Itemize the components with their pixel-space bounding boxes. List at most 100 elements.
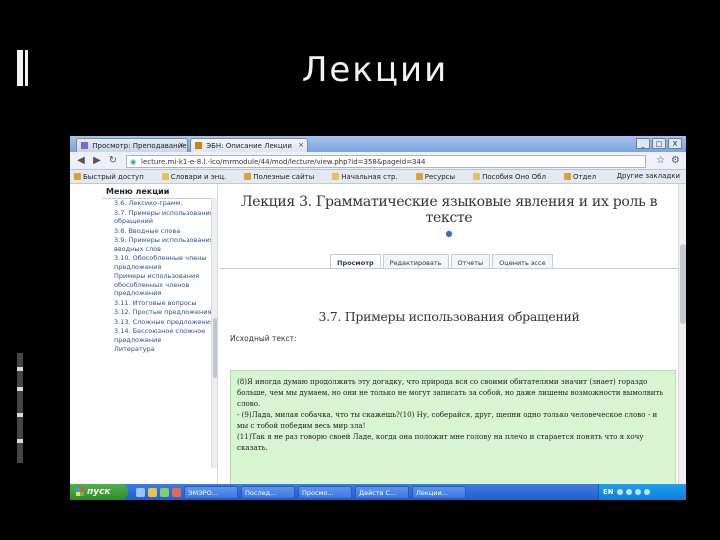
quicklaunch-icon[interactable] (160, 487, 169, 497)
source-label: Исходный текст: (230, 334, 297, 343)
menu-item[interactable]: 3.9. Примеры использования вводных слов (114, 236, 214, 253)
lecture-menu: Меню лекции 3.6. Лексико-грамм. 3.7. При… (102, 184, 218, 484)
forward-icon[interactable]: ▶ (92, 155, 102, 166)
windows-logo-icon (76, 488, 84, 496)
bookmark-icon (563, 173, 571, 180)
system-tray: EN (598, 484, 686, 500)
taskbar-window[interactable]: ЭМЭРО... (184, 485, 238, 499)
source-paragraph: (8)Я иногда думаю продолжить эту догадку… (237, 377, 664, 408)
page-icon: ◉ (130, 158, 137, 166)
menu-item[interactable]: 3.10. Обособленные члены предложения (114, 254, 214, 271)
start-label: пуск (87, 487, 111, 497)
menu-item[interactable]: 3.6. Лексико-грамм. (114, 199, 214, 208)
back-icon[interactable]: ◀ (76, 155, 86, 166)
reload-icon[interactable]: ↻ (108, 155, 118, 166)
browser-titlebar: Просмотр: Преподавание × ЭБН: Описание Л… (70, 136, 686, 152)
quick-launch (136, 487, 181, 497)
tab-edit[interactable]: Редактировать (382, 254, 449, 268)
close-window-button[interactable]: X (668, 138, 682, 149)
menu-title: Меню лекции (106, 187, 170, 196)
taskbar: пуск ЭМЭРО... Послед... Просмо... Действ… (70, 484, 686, 500)
close-icon[interactable]: × (178, 141, 184, 149)
section-title: 3.7. Примеры использования обращений (318, 309, 580, 324)
tray-icon[interactable] (616, 489, 623, 495)
tab-favicon-icon (195, 142, 202, 149)
quicklaunch-icon[interactable] (148, 487, 157, 497)
taskbar-window[interactable]: Послед... (241, 485, 295, 499)
browser-screenshot: Просмотр: Преподавание × ЭБН: Описание Л… (70, 136, 686, 500)
scroll-thumb[interactable] (213, 318, 217, 378)
wrench-icon[interactable]: ⚙ (671, 155, 680, 166)
start-button[interactable]: пуск (70, 484, 128, 500)
menu-scrollbar[interactable] (211, 198, 217, 468)
menu-item[interactable]: 3.11. Итоговые вопросы (114, 299, 214, 308)
bookmark-label: Быстрый доступ (83, 172, 144, 181)
bookmark-item[interactable]: Отдел (563, 172, 597, 181)
bookmarks-bar: Быстрый доступ Словари и энц. Полезные с… (70, 170, 686, 184)
tab-label: Просмотр: Преподавание (92, 142, 187, 150)
bookmark-label: Пособия Оно Обл (482, 172, 546, 181)
tray-icon[interactable] (625, 489, 632, 495)
language-indicator[interactable]: EN (603, 488, 614, 496)
page-content: Меню лекции 3.6. Лексико-грамм. 3.7. При… (70, 184, 686, 490)
folder-icon (332, 173, 340, 180)
browser-tab-2[interactable]: ЭБН: Описание Лекции × (190, 138, 308, 152)
maximize-button[interactable]: □ (652, 138, 666, 149)
bookmark-label: Ресурсы (424, 172, 456, 181)
menu-item[interactable]: 3.12. Простые предложения (114, 308, 214, 317)
folder-icon (473, 173, 481, 180)
bookmark-item[interactable]: Ресурсы (415, 172, 456, 181)
menu-item[interactable]: 3.8. Вводные слова (114, 227, 214, 236)
taskbar-window[interactable]: Лекции... (412, 485, 466, 499)
lecture-main: Лекция 3. Грамматические языковые явлени… (220, 184, 678, 490)
bookmark-label: Начальная стр. (341, 172, 398, 181)
tab-grade-essays[interactable]: Оценить эссе (492, 254, 553, 268)
globe-icon[interactable]: ● (220, 229, 678, 239)
menu-item[interactable]: 3.14. Бессоюзное сложное предложение (114, 327, 214, 344)
bookmark-item[interactable]: Начальная стр. (332, 172, 398, 181)
tab-favicon-icon (81, 142, 88, 149)
bookmark-icon (415, 173, 423, 180)
tab-reports[interactable]: Отчеты (450, 254, 491, 268)
folder-icon (161, 173, 169, 180)
quicklaunch-icon[interactable] (172, 487, 181, 497)
taskbar-window[interactable]: Действ С... (355, 485, 409, 499)
bookmark-label: Полезные сайты (253, 172, 315, 181)
source-text-box: (8)Я иногда думаю продолжить эту догадку… (230, 370, 676, 490)
star-icon[interactable]: ☆ (656, 155, 665, 166)
bookmark-icon (74, 173, 81, 180)
menu-item[interactable]: 3.13. Сложные предложения (114, 318, 214, 327)
close-icon[interactable]: × (298, 141, 304, 149)
page-tabs: Просмотр Редактировать Отчеты Оценить эс… (330, 254, 555, 268)
source-paragraph: (11)Так я не раз говорю своей Ладе, когд… (237, 432, 644, 452)
tab-view[interactable]: Просмотр (330, 254, 381, 268)
menu-item[interactable]: Примеры использования обособленных члено… (114, 272, 214, 298)
page-scrollbar[interactable] (678, 184, 686, 484)
bookmark-item[interactable]: Словари и энц. (161, 172, 227, 181)
slide-title: Лекции (301, 50, 449, 90)
other-bookmarks[interactable]: Другие закладки (617, 172, 680, 180)
source-paragraph: - (9)Лада, милая собачка, что ты скажешь… (237, 410, 658, 430)
address-bar[interactable]: ◉ lecture.mi-k1-e-8.l.-lco/mrmodule/44/m… (126, 155, 646, 168)
url-text: lecture.mi-k1-e-8.l.-lco/mrmodule/44/mod… (141, 158, 426, 166)
bookmark-label: Отдел (572, 172, 597, 181)
tray-icon[interactable] (643, 489, 650, 495)
tray-icon[interactable] (634, 489, 641, 495)
window-controls: _ □ X (636, 138, 682, 149)
bookmark-item[interactable]: Быстрый доступ (74, 173, 144, 181)
scroll-thumb[interactable] (680, 244, 686, 324)
minimize-button[interactable]: _ (636, 138, 650, 149)
bookmark-item[interactable]: Полезные сайты (244, 173, 314, 181)
bookmark-label: Словари и энц. (170, 172, 227, 181)
menu-item[interactable]: 3.7. Примеры использования обращений (114, 209, 214, 226)
bookmark-item[interactable]: Пособия Оно Обл (473, 173, 546, 181)
lecture-title: Лекция 3. Грамматические языковые явлени… (240, 194, 658, 226)
taskbar-window[interactable]: Просмо... (298, 485, 352, 499)
tabs-divider (220, 268, 678, 269)
quicklaunch-icon[interactable] (136, 487, 145, 497)
slide-side-ornament (17, 353, 23, 463)
browser-tab-1[interactable]: Просмотр: Преподавание × (76, 138, 188, 152)
menu-item[interactable]: Литература (114, 345, 214, 354)
browser-tools: ☆ ⚙ (656, 155, 680, 166)
bookmark-icon (244, 173, 252, 180)
